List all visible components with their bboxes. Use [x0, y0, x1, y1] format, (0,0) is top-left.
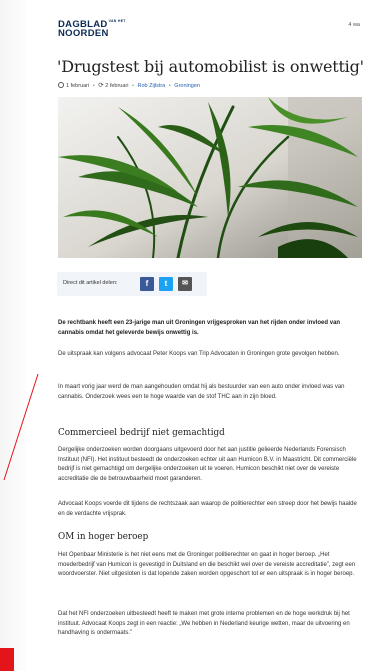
article-paragraph: Advocaat Koops voerde dit tijdens de rec…	[58, 501, 357, 517]
meta-separator: •	[92, 83, 95, 89]
location-link[interactable]: Groningen	[174, 83, 200, 89]
section-heading: OM in hoger beroep	[58, 532, 149, 542]
page: DAGBLADVAN HET NOORDEN 4 wa 'Drugstest b…	[0, 0, 366, 671]
meta-separator: •	[168, 83, 171, 89]
email-share-button[interactable]: ✉	[178, 277, 192, 291]
site-logo[interactable]: DAGBLADVAN HET NOORDEN	[58, 19, 366, 39]
facebook-icon: f	[145, 279, 149, 288]
logo-line2: NOORDEN	[58, 28, 109, 39]
article-title: 'Drugstest bij automobilist is onwettig'	[57, 57, 364, 76]
share-label: Direct dit artikel delen:	[63, 280, 118, 286]
article-paragraph: Dergelijke onderzoeken worden doorgaans …	[58, 447, 357, 482]
twitter-share-button[interactable]: t	[159, 277, 173, 291]
plant-photo-icon	[58, 97, 362, 258]
site-header: DAGBLADVAN HET NOORDEN 4 wa	[58, 19, 366, 39]
clock-icon	[58, 82, 64, 88]
facebook-share-button[interactable]: f	[140, 277, 154, 291]
author-link[interactable]: Rob Zijlstra	[137, 83, 165, 89]
article-paragraph: In maart vorig jaar werd de man aangehou…	[58, 384, 345, 400]
red-marker	[0, 648, 14, 671]
date-published: 1 februari	[66, 83, 90, 89]
logo-sub: VAN HET	[108, 19, 126, 23]
twitter-icon: t	[164, 279, 168, 288]
decorative-line	[3, 373, 39, 481]
email-icon: ✉	[182, 280, 188, 287]
article-paragraph: Het Openbaar Ministerie is het niet eens…	[58, 552, 356, 578]
article-paragraph: Dat het NFI onderzoeken uitbesteedt heef…	[58, 611, 350, 637]
header-right-text[interactable]: 4 wa	[348, 22, 360, 28]
meta-separator: •	[132, 83, 134, 89]
article-paragraph: De uitspraak kan volgens advocaat Peter …	[58, 351, 340, 357]
article-photo	[58, 97, 362, 258]
date-updated: 2 februari	[105, 83, 129, 89]
section-heading: Commercieel bedrijf niet gemachtigd	[58, 428, 225, 438]
refresh-icon: ⟳	[98, 82, 104, 89]
share-bar: Direct dit artikel delen: f t ✉	[57, 272, 207, 296]
left-gutter	[0, 0, 26, 671]
article-meta: 1 februari • ⟳ 2 februari • Rob Zijlstra…	[58, 81, 200, 89]
article-lead: De rechtbank heeft een 23-jarige man uit…	[58, 320, 341, 336]
